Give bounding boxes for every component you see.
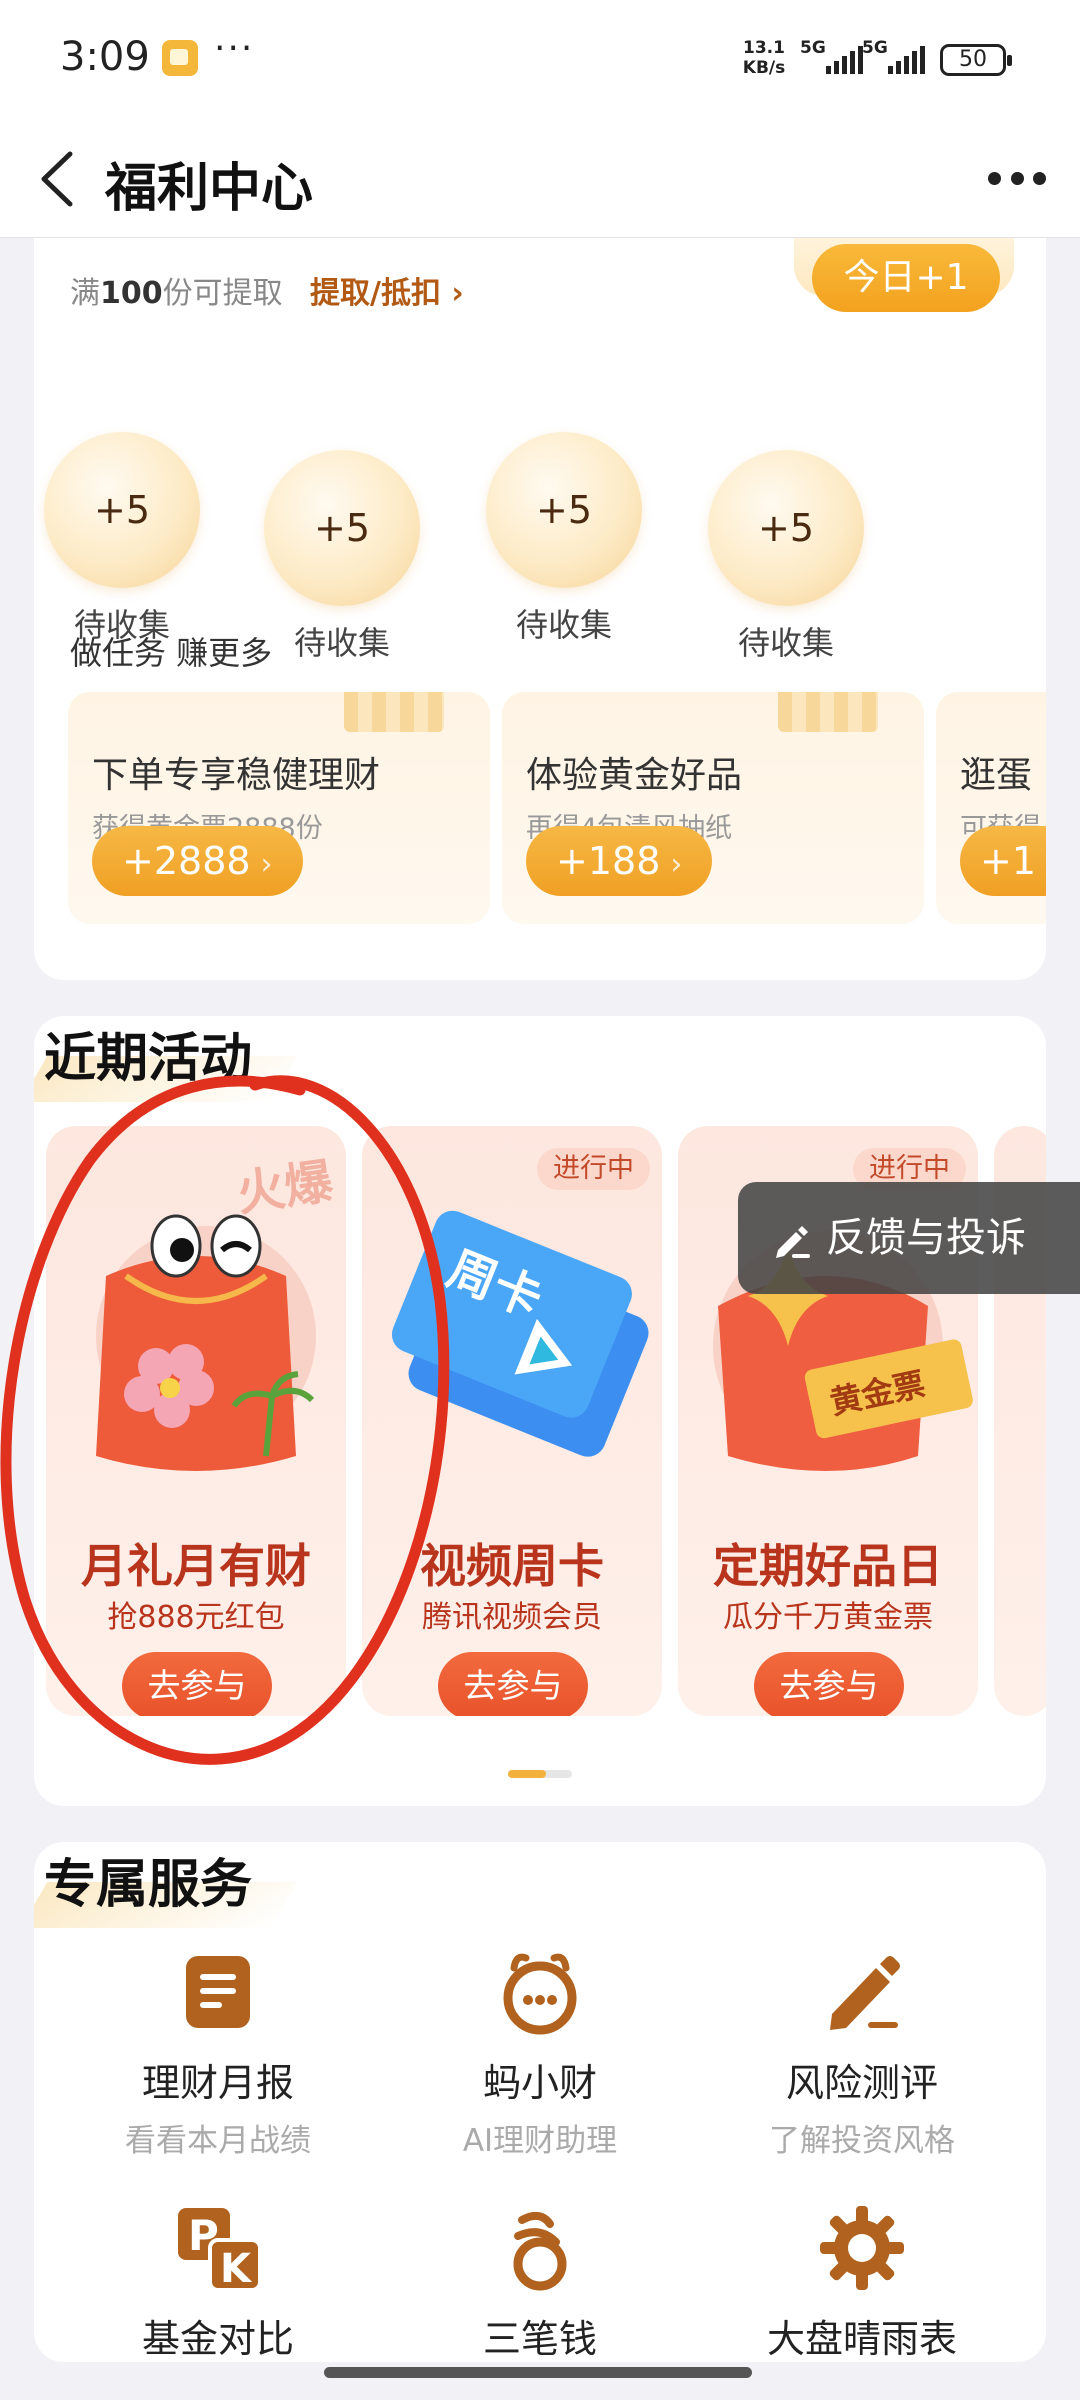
report-icon [170, 1944, 266, 2040]
task-name: 下单专享稳健理财 [92, 755, 381, 796]
tasks-section-title: 做任务 赚更多 [70, 634, 273, 672]
section-title: 近期活动 [44, 1029, 253, 1089]
activity-subtitle: 抢888元红包 [107, 1600, 285, 1635]
notification-app-icon [162, 40, 198, 76]
status-bar: 3:09 ··· 13.1 KB/s 5G 5G 50 [0, 0, 1080, 120]
service-market-barometer[interactable]: 大盘晴雨表 [702, 2200, 1022, 2362]
coin-value: +5 [486, 432, 642, 588]
activity-status-badge: 进行中 [537, 1148, 650, 1190]
task-reward-button[interactable]: +1› [960, 826, 1046, 896]
activity-card[interactable]: 周卡 进行中 视频周卡 腾讯视频会员 去参与 [362, 1126, 662, 1716]
withdraw-condition: 满100份可提取 [70, 276, 283, 311]
coin-item[interactable]: +5 待收集 [484, 432, 644, 646]
activity-card[interactable]: 火爆 月礼月有财 抢888元红包 去参与 [46, 1126, 346, 1716]
three-money-icon [492, 2200, 588, 2296]
hot-badge: 火爆 [233, 1153, 337, 1223]
coin-item[interactable]: +5 待收集 [262, 450, 422, 664]
service-three-money[interactable]: 三笔钱 [380, 2200, 700, 2362]
home-indicator[interactable] [324, 2367, 752, 2378]
exclusive-services-card: 专属服务 理财月报 看看本月战绩 蚂小财 AI理财助理 风险测评 了解投资风格 … [34, 1842, 1046, 2362]
service-subtitle: AI理财助理 [462, 2123, 618, 2159]
service-fund-compare[interactable]: PK 基金对比 [58, 2200, 378, 2362]
service-name: 风险测评 [785, 2061, 938, 2105]
join-button[interactable]: 去参与 [122, 1652, 272, 1716]
signal-icon [826, 46, 863, 74]
today-badge[interactable]: 今日+1 [812, 244, 1000, 312]
back-arrow-icon [41, 151, 73, 207]
activity-name: 视频周卡 [420, 1539, 604, 1593]
activity-name: 定期好品日 [713, 1539, 943, 1593]
ai-assistant-icon [492, 1944, 588, 2040]
service-subtitle: 了解投资风格 [769, 2123, 955, 2159]
signal-icon-2 [888, 46, 925, 74]
coin-label: 待收集 [737, 624, 834, 662]
page-title: 福利中心 [105, 159, 314, 219]
service-subtitle: 看看本月战绩 [125, 2123, 311, 2159]
service-monthly-report[interactable]: 理财月报 看看本月战绩 [58, 1944, 378, 2160]
gear-sun-icon [814, 2200, 910, 2296]
task-reward-button[interactable]: +2888 › [92, 826, 303, 896]
task-reward-button[interactable]: +188 › [526, 826, 713, 896]
service-name: 基金对比 [141, 2317, 294, 2361]
service-name: 理财月报 [141, 2061, 294, 2105]
nav-header: 福利中心 [0, 120, 1080, 238]
svg-text:K: K [220, 2246, 253, 2292]
activity-name: 月礼月有财 [81, 1539, 311, 1593]
pk-icon: PK [170, 2200, 266, 2296]
task-name: 体验黄金好品 [526, 755, 743, 796]
activity-subtitle: 腾讯视频会员 [422, 1600, 602, 1635]
back-button[interactable] [30, 142, 100, 212]
coin-item[interactable]: +5 待收集 [42, 432, 202, 646]
activity-subtitle: 瓜分千万黄金票 [723, 1600, 933, 1635]
coins-card: 今日+1 满100份可提取 提取/抵扣 › +5 待收集 +5 待收集 +5 待… [34, 200, 1046, 980]
task-decoration [778, 692, 878, 732]
more-menu-button[interactable] [982, 150, 1052, 206]
service-ai-assistant[interactable]: 蚂小财 AI理财助理 [380, 1944, 700, 2160]
task-decoration [344, 692, 444, 732]
network-type-1: 5G [800, 38, 826, 58]
coin-label: 待收集 [293, 624, 390, 662]
network-speed: 13.1 KB/s [742, 38, 786, 78]
recent-activities-card: 近期活动 火爆 月礼月有财 抢888元红包 去参与 周卡 进行中 视频周卡 腾讯… [34, 1016, 1046, 1806]
section-title: 专属服务 [44, 1855, 253, 1915]
service-name: 蚂小财 [482, 2061, 597, 2105]
coin-value: +5 [264, 450, 420, 606]
feedback-label: 反馈与投诉 [826, 1215, 1026, 1261]
coin-value: +5 [44, 432, 200, 588]
edit-icon [776, 1226, 810, 1258]
network-type-2: 5G [862, 38, 888, 58]
coin-label: 待收集 [515, 606, 612, 644]
join-button[interactable]: 去参与 [754, 1652, 904, 1716]
coin-value: +5 [708, 450, 864, 606]
withdraw-link[interactable]: 提取/抵扣 › [310, 268, 464, 312]
status-more: ··· [214, 28, 255, 69]
service-name: 三笔钱 [482, 2317, 597, 2361]
pen-icon [814, 1944, 910, 2040]
task-name: 逛蛋 [960, 755, 1033, 796]
join-button[interactable]: 去参与 [438, 1652, 588, 1716]
service-name: 大盘晴雨表 [766, 2317, 957, 2361]
battery-icon: 50 [940, 44, 1012, 76]
service-risk-assessment[interactable]: 风险测评 了解投资风格 [702, 1944, 1022, 2160]
feedback-button[interactable]: 反馈与投诉 [738, 1182, 1080, 1294]
status-time: 3:09 [60, 34, 150, 80]
coin-item[interactable]: +5 待收集 [706, 450, 866, 664]
carousel-indicator [508, 1770, 572, 1778]
task-carousel[interactable]: 下单专享稳健理财 获得黄金票2888份 体验黄金好品 再得4包清风抽纸 逛蛋 可… [68, 692, 1046, 948]
